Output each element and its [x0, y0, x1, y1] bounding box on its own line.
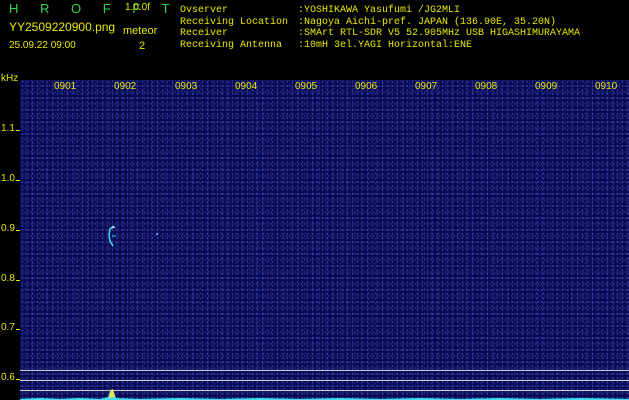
freq-label: 1.1 — [1, 123, 15, 134]
meteor-count: 2 — [139, 40, 146, 52]
reference-line — [20, 380, 629, 381]
freq-unit-label: kHz — [1, 73, 19, 84]
info-label: Receiving Location — [180, 16, 289, 28]
station-info: Ovserver :YOSHIKAWA Yasufumi /JG2MLI Rece… — [180, 5, 580, 51]
time-label: 0905 — [295, 81, 318, 92]
datetime: 25.09.22 09:00 — [9, 40, 76, 51]
time-label: 0902 — [114, 81, 137, 92]
info-label: Receiver — [180, 28, 229, 39]
faint-echo — [156, 233, 158, 235]
freq-label: 0.9 — [1, 223, 15, 234]
time-label: 0904 — [235, 81, 258, 92]
freq-label: 0.8 — [1, 273, 15, 284]
time-label: 0910 — [595, 81, 618, 92]
info-label: Receiving Antenna — [180, 39, 283, 51]
freq-label: 0.7 — [1, 322, 15, 333]
time-label: 0903 — [175, 81, 198, 92]
info-value: :YOSHIKAWA Yasufumi /JG2MLI — [298, 5, 461, 16]
file-name: YY2509220900.png — [9, 20, 116, 34]
info-row-receiver: Receiver :SMArt RTL-SDR V5 52.905MHz USB … — [180, 28, 580, 40]
meteor-echo — [108, 225, 116, 247]
info-row-antenna: Receiving Antenna :10mH 3el.YAGI Horizont… — [180, 40, 580, 52]
app-title: H R O F F T — [9, 1, 179, 16]
info-label: Ovserver — [180, 5, 229, 16]
time-label: 0906 — [355, 81, 378, 92]
info-value: :Nagoya Aichi-pref. JAPAN (136.90E, 35.2… — [298, 16, 557, 28]
info-value: :10mH 3el.YAGI Horizontal:ENE — [298, 39, 473, 51]
reference-line — [20, 370, 629, 371]
app-version: 1.0.0f — [125, 2, 151, 13]
info-value: :SMArt RTL-SDR V5 52.905MHz USB HIGASHIM… — [298, 28, 581, 39]
info-row-location: Receiving Location :Nagoya Aichi-pref. JA… — [180, 17, 580, 29]
time-label: 0901 — [54, 81, 77, 92]
header-panel: H R O F F T 1.0.0f YY2509220900.png mete… — [0, 0, 629, 72]
spectrum-trace — [20, 389, 629, 400]
info-row-observer: Ovserver :YOSHIKAWA Yasufumi /JG2MLI — [180, 5, 580, 17]
meteor-label: meteor — [123, 25, 158, 37]
time-label: 0907 — [415, 81, 438, 92]
time-label: 0908 — [475, 81, 498, 92]
freq-label: 0.6 — [1, 372, 15, 383]
time-label: 0909 — [535, 81, 558, 92]
freq-label: 1.0 — [1, 173, 15, 184]
waterfall-plot: 0901 0902 0903 0904 0905 0906 0907 0908 … — [20, 80, 629, 400]
